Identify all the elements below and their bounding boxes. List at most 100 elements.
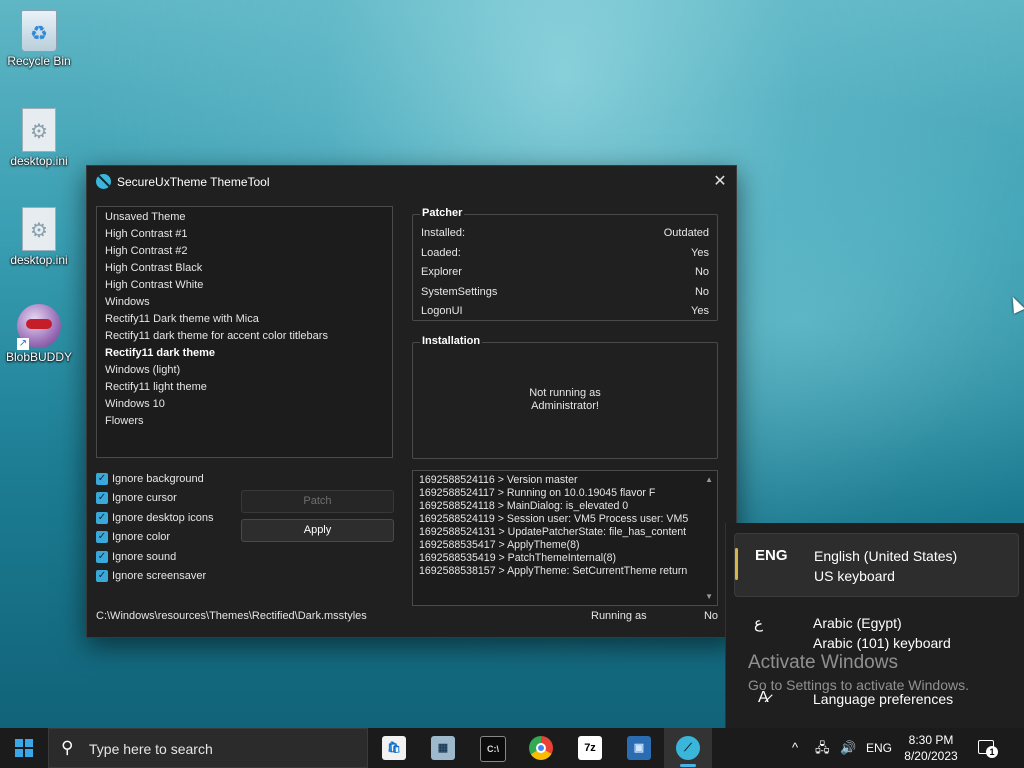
theme-list-item[interactable]: Windows 10	[97, 396, 392, 413]
taskbar: ⚲ Type here to search 🛍 ▦ C:\ 7z ▣ ⟋ ^ 🖧…	[0, 728, 1024, 768]
clock[interactable]: 8:30 PM 8/20/2023	[896, 732, 966, 764]
theme-list-item[interactable]: Rectify11 dark theme	[97, 345, 392, 362]
patch-button[interactable]: Patch	[241, 490, 394, 513]
taskbar-search[interactable]: ⚲ Type here to search	[48, 728, 368, 768]
patcher-status-row: Explorer No	[421, 266, 709, 280]
log-box[interactable]: ▲ ▼ 1692588524116 > Version master 169258…	[412, 470, 718, 606]
patcher-status-value: Outdated	[663, 227, 709, 239]
theme-list-item[interactable]: Rectify11 dark theme for accent color ti…	[97, 328, 392, 345]
taskbar-app-chrome[interactable]	[517, 728, 565, 768]
theme-list-item[interactable]: Rectify11 light theme	[97, 379, 392, 396]
close-button[interactable]: ✕	[704, 166, 736, 197]
shortcut-arrow-icon: ↗	[17, 338, 29, 350]
checkbox-checked-icon[interactable]: ✓	[96, 492, 108, 505]
patcher-status-row: SystemSettings No	[421, 286, 709, 300]
running-as-label: Running as	[591, 610, 647, 622]
running-as-value: No	[703, 610, 718, 622]
language-flyout: ENG English (United States) US keyboard …	[725, 523, 1024, 728]
input-language-indicator[interactable]: ENG	[866, 728, 892, 768]
theme-list-item[interactable]: Windows	[97, 294, 392, 311]
show-hidden-icons-chevron-icon[interactable]: ^	[792, 728, 798, 768]
theme-list-item[interactable]: High Contrast #1	[97, 226, 392, 243]
theme-list[interactable]: Unsaved Theme High Contrast #1 High Contra…	[96, 206, 393, 458]
language-settings-icon: A̷	[758, 689, 769, 706]
checkbox-label: Ignore cursor	[112, 492, 177, 505]
start-button[interactable]	[0, 728, 48, 768]
desktop-icon-label: Recycle Bin	[7, 54, 71, 68]
network-icon[interactable]: 🖧	[815, 728, 830, 768]
clock-time: 8:30 PM	[908, 733, 954, 747]
scroll-up-arrow-icon[interactable]: ▲	[705, 475, 713, 484]
installation-message-line: Administrator!	[531, 400, 599, 412]
desktop-icon-label: desktop.ini	[10, 253, 68, 267]
patcher-title: Patcher	[420, 207, 465, 219]
keyboard-layout: Arabic (101) keyboard	[813, 635, 951, 651]
theme-list-item[interactable]: Unsaved Theme	[97, 209, 392, 226]
taskbar-app-cmd[interactable]: C:\	[468, 728, 516, 768]
option-checkbox-row[interactable]: ✓ Ignore screensaver	[96, 567, 214, 587]
checkbox-label: Ignore color	[112, 531, 171, 544]
search-icon: ⚲	[61, 738, 74, 757]
theme-list-item[interactable]: High Contrast Black	[97, 260, 392, 277]
patcher-status-key: Loaded:	[421, 246, 461, 259]
options-checkboxes: ✓ Ignore background ✓ Ignore cursor ✓ Ignore …	[96, 469, 214, 586]
volume-icon[interactable]: 🔊	[840, 728, 856, 768]
window-title: SecureUxTheme ThemeTool	[117, 175, 270, 189]
remote-desktop-icon: ▣	[627, 736, 651, 760]
language-item-english[interactable]: ENG English (United States) US keyboard	[734, 533, 1019, 597]
microsoft-store-icon: 🛍	[382, 736, 406, 760]
language-preferences-label: Language preferences	[813, 691, 954, 707]
log-line: 1692588524119 > Session user: VM5 Proces…	[419, 513, 689, 525]
log-line: 1692588524117 > Running on 10.0.19045 fl…	[419, 487, 656, 499]
language-item-arabic[interactable]: ع Arabic (Egypt) Arabic (101) keyboard	[734, 601, 1017, 663]
patcher-status-row: Loaded: Yes	[421, 247, 709, 261]
desktop-icon-recycle-bin[interactable]: ♻ Recycle Bin	[4, 10, 74, 68]
checkbox-checked-icon[interactable]: ✓	[96, 550, 108, 563]
search-placeholder: Type here to search	[89, 741, 213, 757]
title-bar[interactable]: SecureUxTheme ThemeTool ✕	[87, 166, 736, 197]
checkbox-checked-icon[interactable]: ✓	[96, 472, 108, 485]
notification-center-button[interactable]: 1	[976, 738, 998, 758]
taskbar-app-remote-desktop[interactable]: ▣	[615, 728, 663, 768]
patcher-status-value: No	[694, 266, 709, 278]
theme-path: C:\Windows\resources\Themes\Rectified\Da…	[96, 610, 367, 622]
checkbox-checked-icon[interactable]: ✓	[96, 511, 108, 524]
option-checkbox-row[interactable]: ✓ Ignore sound	[96, 547, 214, 567]
theme-list-item[interactable]: High Contrast #2	[97, 243, 392, 260]
checkbox-checked-icon[interactable]: ✓	[96, 570, 108, 583]
checkbox-checked-icon[interactable]: ✓	[96, 531, 108, 544]
theme-list-item[interactable]: Rectify11 Dark theme with Mica	[97, 311, 392, 328]
scroll-down-arrow-icon[interactable]: ▼	[705, 592, 713, 601]
taskbar-app-store[interactable]: 🛍	[370, 728, 418, 768]
log-line: 1692588524118 > MainDialog: is_elevated …	[419, 500, 629, 512]
patcher-status-key: LogonUI	[421, 305, 463, 317]
checkbox-label: Ignore desktop icons	[112, 511, 214, 524]
option-checkbox-row[interactable]: ✓ Ignore desktop icons	[96, 508, 214, 528]
option-checkbox-row[interactable]: ✓ Ignore cursor	[96, 489, 214, 509]
apply-button[interactable]: Apply	[241, 519, 394, 542]
desktop-icon-blobbuddy[interactable]: ↗ BlobBUDDY	[4, 304, 74, 364]
7zip-icon: 7z	[578, 736, 602, 760]
language-preferences-link[interactable]: A̷ Language preferences	[734, 683, 1017, 715]
mouse-pointer-icon	[1007, 294, 1024, 314]
blobbuddy-icon: ↗	[17, 304, 61, 350]
option-checkbox-row[interactable]: ✓ Ignore color	[96, 528, 214, 548]
desktop-icon-label: desktop.ini	[10, 154, 68, 168]
language-code: ENG	[755, 547, 788, 564]
themetool-icon: ⟋	[676, 736, 700, 760]
theme-list-item[interactable]: Flowers	[97, 413, 392, 430]
taskbar-app-control-panel[interactable]: ▦	[419, 728, 467, 768]
installation-message: Not running as Administrator!	[413, 387, 717, 413]
desktop-icon-desktop-ini-2[interactable]: ⚙ desktop.ini	[4, 207, 74, 267]
checkbox-label: Ignore background	[112, 472, 204, 485]
theme-list-item[interactable]: High Contrast White	[97, 277, 392, 294]
theme-list-item[interactable]: Windows (light)	[97, 362, 392, 379]
desktop-icon-desktop-ini-1[interactable]: ⚙ desktop.ini	[4, 108, 74, 168]
settings-file-icon: ⚙	[22, 108, 56, 152]
log-line: 1692588524131 > UpdatePatcherState: file…	[419, 526, 687, 538]
installation-title: Installation	[420, 335, 483, 347]
option-checkbox-row[interactable]: ✓ Ignore background	[96, 469, 214, 489]
log-line: 1692588535419 > PatchThemeInternal(8)	[419, 552, 617, 564]
taskbar-app-7zip[interactable]: 7z	[566, 728, 614, 768]
taskbar-app-themetool[interactable]: ⟋	[664, 728, 712, 768]
